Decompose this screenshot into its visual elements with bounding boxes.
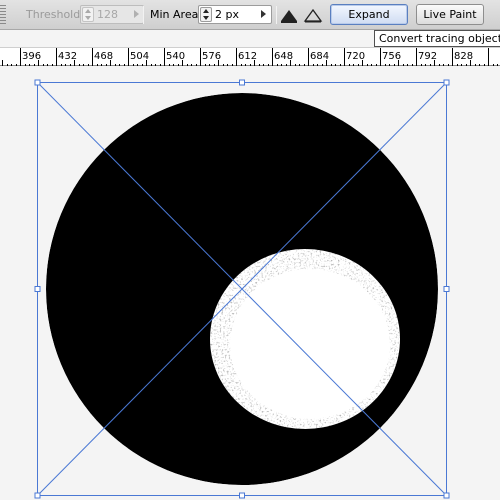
- illustrator-window: Threshold: 128 Min Area: 2 px Expand Liv…: [0, 0, 500, 500]
- resize-handle[interactable]: [34, 79, 41, 86]
- ruler-label: 756: [382, 51, 402, 62]
- ruler-label: 612: [238, 51, 258, 62]
- resize-handle[interactable]: [239, 79, 245, 86]
- ruler-label: 432: [58, 51, 78, 62]
- toolbar-grip[interactable]: [0, 5, 6, 25]
- ruler-label: 684: [310, 51, 330, 62]
- traced-sphere-artwork[interactable]: [0, 66, 500, 500]
- resize-handle[interactable]: [34, 286, 41, 292]
- resize-handle[interactable]: [34, 492, 41, 499]
- control-bar: Threshold: 128 Min Area: 2 px Expand Liv…: [0, 0, 500, 30]
- ruler-label: 648: [274, 51, 294, 62]
- separator: [276, 6, 277, 24]
- min-area-value[interactable]: 2 px: [215, 8, 239, 21]
- live-paint-button[interactable]: Live Paint: [416, 4, 484, 25]
- ruler-label: 396: [22, 51, 42, 62]
- min-area-slider-arrow-icon[interactable]: [261, 10, 266, 18]
- min-area-label: Min Area:: [150, 8, 203, 21]
- resize-handle[interactable]: [443, 492, 450, 499]
- horizontal-ruler[interactable]: 396 432 468 504 540 576 612 648 684 720 …: [0, 47, 500, 67]
- expand-button[interactable]: Expand: [330, 4, 408, 25]
- threshold-label: Threshold:: [26, 8, 84, 21]
- ruler-label: 792: [418, 51, 438, 62]
- ruler-label: 828: [454, 51, 474, 62]
- ruler-label: 504: [130, 51, 150, 62]
- expand-tooltip: Convert tracing object into paths: [374, 30, 500, 47]
- threshold-slider-arrow-icon: [134, 10, 139, 18]
- threshold-stepper: [82, 7, 94, 22]
- ruler-label: 540: [166, 51, 186, 62]
- threshold-field: 128: [80, 5, 144, 24]
- outline-mountain-icon[interactable]: [303, 5, 323, 25]
- resize-handle[interactable]: [443, 79, 450, 86]
- artboard-canvas[interactable]: [0, 66, 500, 500]
- ruler-label: 720: [346, 51, 366, 62]
- separator: [143, 6, 144, 24]
- threshold-value: 128: [97, 8, 118, 21]
- min-area-field[interactable]: 2 px: [198, 5, 272, 24]
- gradient-mountain-icon[interactable]: [279, 5, 299, 25]
- resize-handle[interactable]: [443, 286, 450, 292]
- ruler-label: 468: [94, 51, 114, 62]
- min-area-stepper[interactable]: [200, 7, 212, 22]
- resize-handle[interactable]: [239, 492, 245, 499]
- ruler-label: 576: [202, 51, 222, 62]
